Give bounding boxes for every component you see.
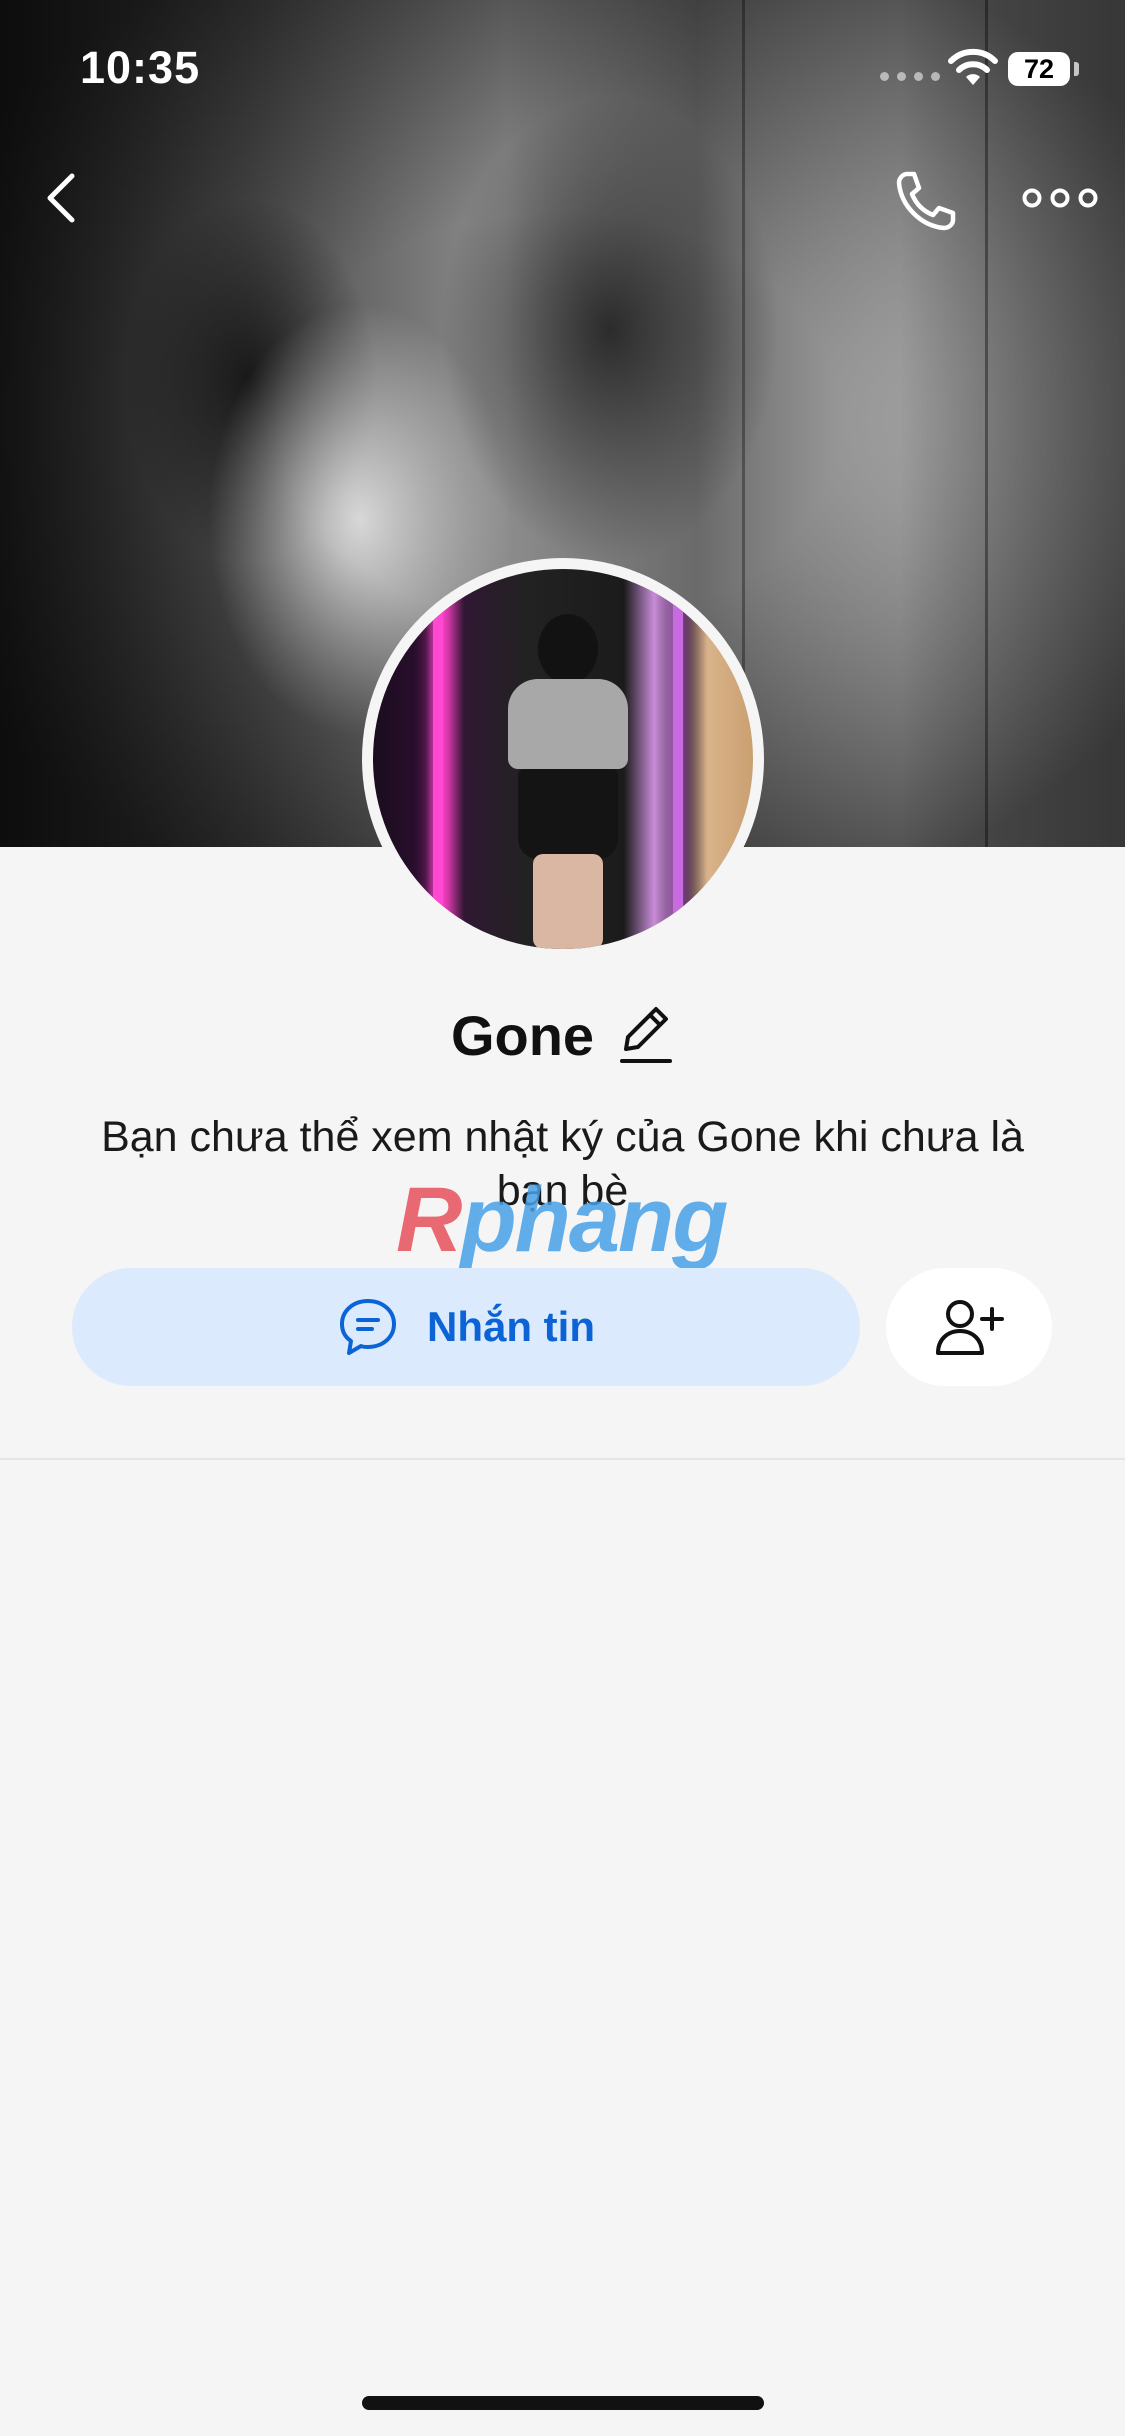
profile-name: Gone bbox=[450, 1003, 595, 1067]
phone-icon bbox=[896, 171, 956, 231]
more-options-button[interactable] bbox=[1022, 178, 1098, 218]
chevron-left-icon bbox=[47, 173, 75, 223]
message-button[interactable]: Nhắn tin bbox=[72, 1268, 860, 1386]
watermark-logo: Rphang bbox=[396, 1169, 728, 1271]
profile-avatar[interactable] bbox=[362, 558, 764, 960]
wifi-icon bbox=[948, 48, 998, 85]
call-button[interactable] bbox=[893, 168, 959, 234]
home-indicator[interactable] bbox=[362, 2396, 764, 2410]
more-horizontal-icon bbox=[1022, 188, 1098, 208]
profile-name-row: Gone bbox=[0, 1000, 1125, 1070]
section-divider bbox=[0, 1458, 1125, 1460]
pencil-icon[interactable] bbox=[618, 1003, 674, 1067]
add-user-icon bbox=[936, 1300, 1004, 1355]
battery-indicator: 72 bbox=[1008, 52, 1070, 86]
avatar-image bbox=[373, 569, 753, 949]
chat-bubble-icon bbox=[340, 1299, 396, 1355]
message-button-label: Nhắn tin bbox=[427, 1303, 595, 1350]
status-bar: 10:35 72 bbox=[0, 0, 1125, 140]
battery-tip bbox=[1074, 62, 1079, 76]
status-time: 10:35 bbox=[80, 42, 201, 93]
cellular-signal-icon bbox=[880, 72, 940, 81]
add-friend-button[interactable] bbox=[886, 1268, 1052, 1386]
back-button[interactable] bbox=[38, 168, 84, 228]
